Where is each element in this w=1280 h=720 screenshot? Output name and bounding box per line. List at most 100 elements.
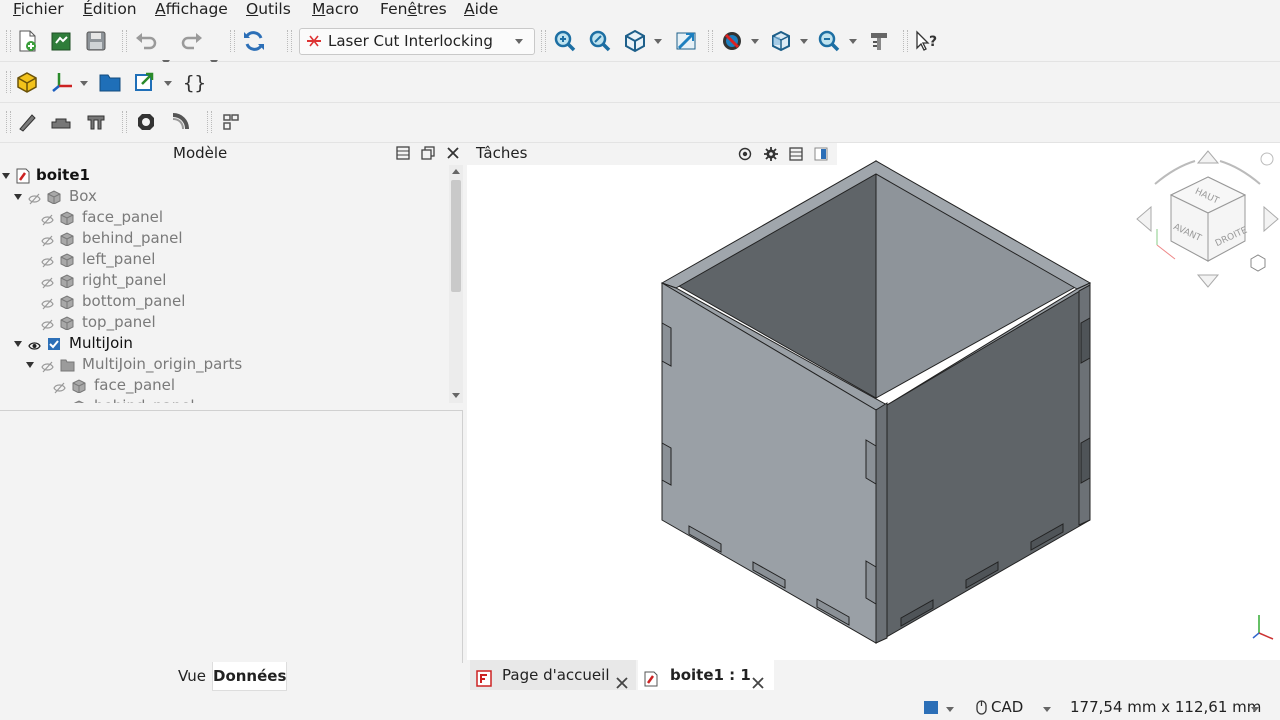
- undo-icon[interactable]: [133, 28, 159, 54]
- redo-icon[interactable]: [179, 28, 205, 54]
- toolbar-grip[interactable]: [6, 30, 11, 52]
- coordinate-dropdown-arrow[interactable]: [80, 81, 88, 86]
- scrollbar-thumb[interactable]: [451, 180, 461, 292]
- tree-row-origin-parts[interactable]: MultiJoin_origin_parts: [0, 354, 449, 375]
- collapse-arrow-icon[interactable]: [14, 341, 22, 347]
- menu-outils[interactable]: Outils: [246, 0, 291, 19]
- tree-row-panel[interactable]: face_panel: [0, 375, 449, 396]
- visibility-hidden-icon[interactable]: [41, 253, 54, 268]
- collapse-arrow-icon[interactable]: [2, 173, 10, 179]
- tab-start-page[interactable]: Page d'accueil: [470, 660, 636, 690]
- standard-views-icon[interactable]: [768, 28, 794, 54]
- solid-icon: [72, 399, 86, 403]
- refresh-icon[interactable]: [241, 28, 267, 54]
- whats-this-icon[interactable]: ?: [914, 28, 940, 54]
- solid-icon: [60, 294, 74, 310]
- visibility-shown-icon[interactable]: [28, 337, 41, 350]
- visibility-hidden-icon[interactable]: [53, 379, 66, 394]
- laser-tool-icon[interactable]: [14, 109, 40, 135]
- dock-undock-icon[interactable]: [421, 146, 435, 164]
- document-icon: [16, 168, 30, 184]
- navigation-style-dropdown-arrow[interactable]: [1043, 707, 1051, 712]
- tab-data[interactable]: Données: [212, 662, 287, 691]
- isometric-view-icon[interactable]: [622, 28, 648, 54]
- tree-label-top-panel: top_panel: [82, 313, 156, 331]
- group-folder-icon[interactable]: [97, 69, 123, 95]
- property-view[interactable]: [0, 410, 463, 663]
- workbench-selector[interactable]: Laser Cut Interlocking: [299, 28, 535, 55]
- tree-scrollbar[interactable]: [449, 165, 463, 403]
- folder-icon: [60, 357, 75, 372]
- tree-row-multijoin[interactable]: MultiJoin: [0, 333, 449, 354]
- variable-set-icon[interactable]: {}: [181, 69, 207, 95]
- link-dropdown-arrow[interactable]: [164, 81, 172, 86]
- part-icon[interactable]: [14, 69, 40, 95]
- draw-style-dropdown-arrow[interactable]: [751, 39, 759, 44]
- navigation-cube[interactable]: HAUT AVANT DROITE: [1135, 149, 1280, 303]
- zoom-dropdown-arrow[interactable]: [849, 39, 857, 44]
- visibility-hidden-icon[interactable]: [41, 295, 54, 310]
- zoom-icon[interactable]: [816, 28, 842, 54]
- navigation-style-label[interactable]: CAD: [991, 698, 1023, 716]
- menu-fenetres[interactable]: Fenêtres: [380, 0, 447, 19]
- measure-view-icon[interactable]: [673, 28, 699, 54]
- menu-edition[interactable]: Édition: [83, 0, 137, 19]
- visibility-hidden-icon[interactable]: [41, 274, 54, 289]
- units-dropdown-arrow[interactable]: [1251, 707, 1259, 712]
- collapse-arrow-icon[interactable]: [26, 362, 34, 368]
- standard-views-dropdown-arrow[interactable]: [800, 39, 808, 44]
- menu-aide[interactable]: Aide: [464, 0, 498, 19]
- draw-style-icon[interactable]: [719, 28, 745, 54]
- toolbar-grip[interactable]: [6, 71, 11, 93]
- color-swatch-icon[interactable]: [924, 701, 938, 714]
- menu-fichier[interactable]: Fichier: [13, 0, 64, 19]
- visibility-hidden-icon[interactable]: [41, 358, 54, 373]
- tree-row-boite1[interactable]: boite1: [0, 165, 449, 186]
- visibility-hidden-icon[interactable]: [41, 232, 54, 247]
- visibility-hidden-icon[interactable]: [41, 316, 54, 331]
- tree-row-panel[interactable]: behind_panel: [0, 228, 449, 249]
- save-icon[interactable]: [83, 28, 109, 54]
- new-document-icon[interactable]: [14, 28, 40, 54]
- tree-row-panel[interactable]: face_panel: [0, 207, 449, 228]
- tab-start-page-label: Page d'accueil: [502, 666, 610, 684]
- scroll-down-icon[interactable]: [452, 393, 460, 398]
- dock-float-icon[interactable]: [396, 146, 410, 164]
- toolbar-separator: [207, 111, 212, 133]
- menu-affichage[interactable]: Affichage: [155, 0, 228, 19]
- visibility-hidden-icon[interactable]: [28, 190, 41, 205]
- model-panel: Modèle boite1 Box face_panel behind_pane…: [0, 143, 464, 663]
- tree-row-panel[interactable]: left_panel: [0, 249, 449, 270]
- tree-row-panel[interactable]: right_panel: [0, 270, 449, 291]
- menu-macro[interactable]: Macro: [312, 0, 359, 19]
- document-icon: [644, 667, 658, 697]
- visibility-hidden-icon[interactable]: [53, 400, 66, 403]
- tree-row-panel[interactable]: top_panel: [0, 312, 449, 333]
- measure-tool-icon[interactable]: [866, 28, 892, 54]
- export-layout-icon[interactable]: [218, 109, 244, 135]
- tree-label-multijoin: MultiJoin: [69, 334, 133, 352]
- visibility-hidden-icon[interactable]: [41, 211, 54, 226]
- round-shape-icon[interactable]: [133, 109, 159, 135]
- tree-row-box[interactable]: Box: [0, 186, 449, 207]
- color-dropdown-arrow[interactable]: [946, 707, 954, 712]
- view-dropdown-arrow[interactable]: [654, 39, 662, 44]
- slot-joint-icon[interactable]: [83, 109, 109, 135]
- flex-icon[interactable]: [168, 109, 194, 135]
- close-panel-icon[interactable]: [446, 146, 460, 164]
- toolbar-grip[interactable]: [6, 111, 11, 133]
- collapse-arrow-icon[interactable]: [14, 194, 22, 200]
- 3d-viewport[interactable]: Tâches HAUT AVANT DROITE: [467, 143, 1280, 661]
- tree-row-panel[interactable]: bottom_panel: [0, 291, 449, 312]
- scroll-up-icon[interactable]: [452, 169, 460, 174]
- coordinate-system-icon[interactable]: [50, 69, 76, 95]
- tab-boite1[interactable]: boite1 : 1: [638, 660, 774, 690]
- open-document-icon[interactable]: [48, 28, 74, 54]
- tab-joint-icon[interactable]: [48, 109, 74, 135]
- toolbar-separator: [541, 30, 546, 52]
- tree-row-panel[interactable]: behind_panel: [0, 396, 449, 403]
- fit-all-icon[interactable]: [552, 28, 578, 54]
- fit-selection-icon[interactable]: [587, 28, 613, 54]
- tab-view[interactable]: Vue: [172, 662, 212, 690]
- link-icon[interactable]: [132, 69, 158, 95]
